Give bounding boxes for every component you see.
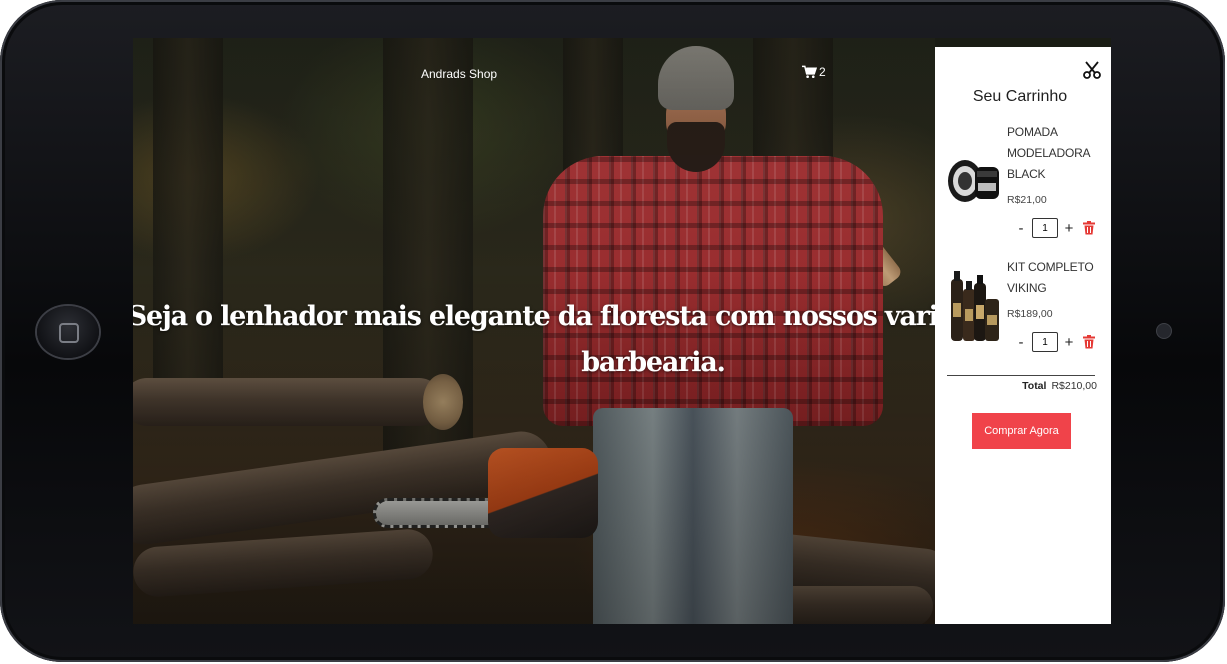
brand-link[interactable]: Andrads Shop	[421, 67, 497, 81]
quantity-stepper: - +	[1013, 332, 1095, 352]
pomade-jar-image	[948, 160, 999, 202]
shopping-cart-icon	[802, 65, 817, 78]
buy-now-button[interactable]: Comprar Agora	[972, 413, 1071, 449]
item-name: KIT COMPLETO VIKING	[1007, 260, 1094, 295]
beard-kit-bottles-image	[951, 271, 999, 341]
hero-background-photo: Andrads Shop 2 Seja o lenhador mais eleg…	[133, 38, 935, 624]
total-label: Total	[1022, 380, 1047, 392]
increment-button[interactable]: +	[1061, 334, 1077, 351]
cart-total: Total R$210,00	[975, 380, 1097, 392]
hero-headline: Seja o lenhador mais elegante da florest…	[133, 301, 935, 378]
camera-icon	[1157, 324, 1171, 338]
item-price: R$189,00	[1007, 308, 1053, 320]
cart-sidebar: Seu Carrinho POMADA MODELADORA BLACK R$2…	[935, 47, 1111, 624]
cart-button[interactable]: 2	[802, 65, 826, 79]
item-name: POMADA MODELADORA BLACK	[1007, 125, 1090, 181]
tablet-frame: Andrads Shop 2 Seja o lenhador mais eleg…	[0, 0, 1225, 662]
quantity-stepper: - +	[1013, 218, 1095, 238]
scissors-close-icon[interactable]	[1082, 60, 1102, 80]
decrement-button[interactable]: -	[1013, 220, 1029, 237]
screen: Andrads Shop 2 Seja o lenhador mais eleg…	[133, 38, 1111, 624]
item-price: R$21,00	[1007, 194, 1047, 206]
total-value: R$210,00	[1051, 380, 1097, 392]
quantity-input[interactable]	[1032, 218, 1058, 238]
home-button[interactable]	[37, 306, 99, 358]
top-navbar: Andrads Shop 2	[133, 38, 935, 108]
quantity-input[interactable]	[1032, 332, 1058, 352]
cart-title: Seu Carrinho	[972, 88, 1068, 105]
decrement-button[interactable]: -	[1013, 334, 1029, 351]
trash-icon[interactable]	[1083, 221, 1095, 235]
cart-count: 2	[819, 65, 826, 79]
increment-button[interactable]: +	[1061, 220, 1077, 237]
total-divider	[947, 375, 1095, 376]
trash-icon[interactable]	[1083, 335, 1095, 349]
